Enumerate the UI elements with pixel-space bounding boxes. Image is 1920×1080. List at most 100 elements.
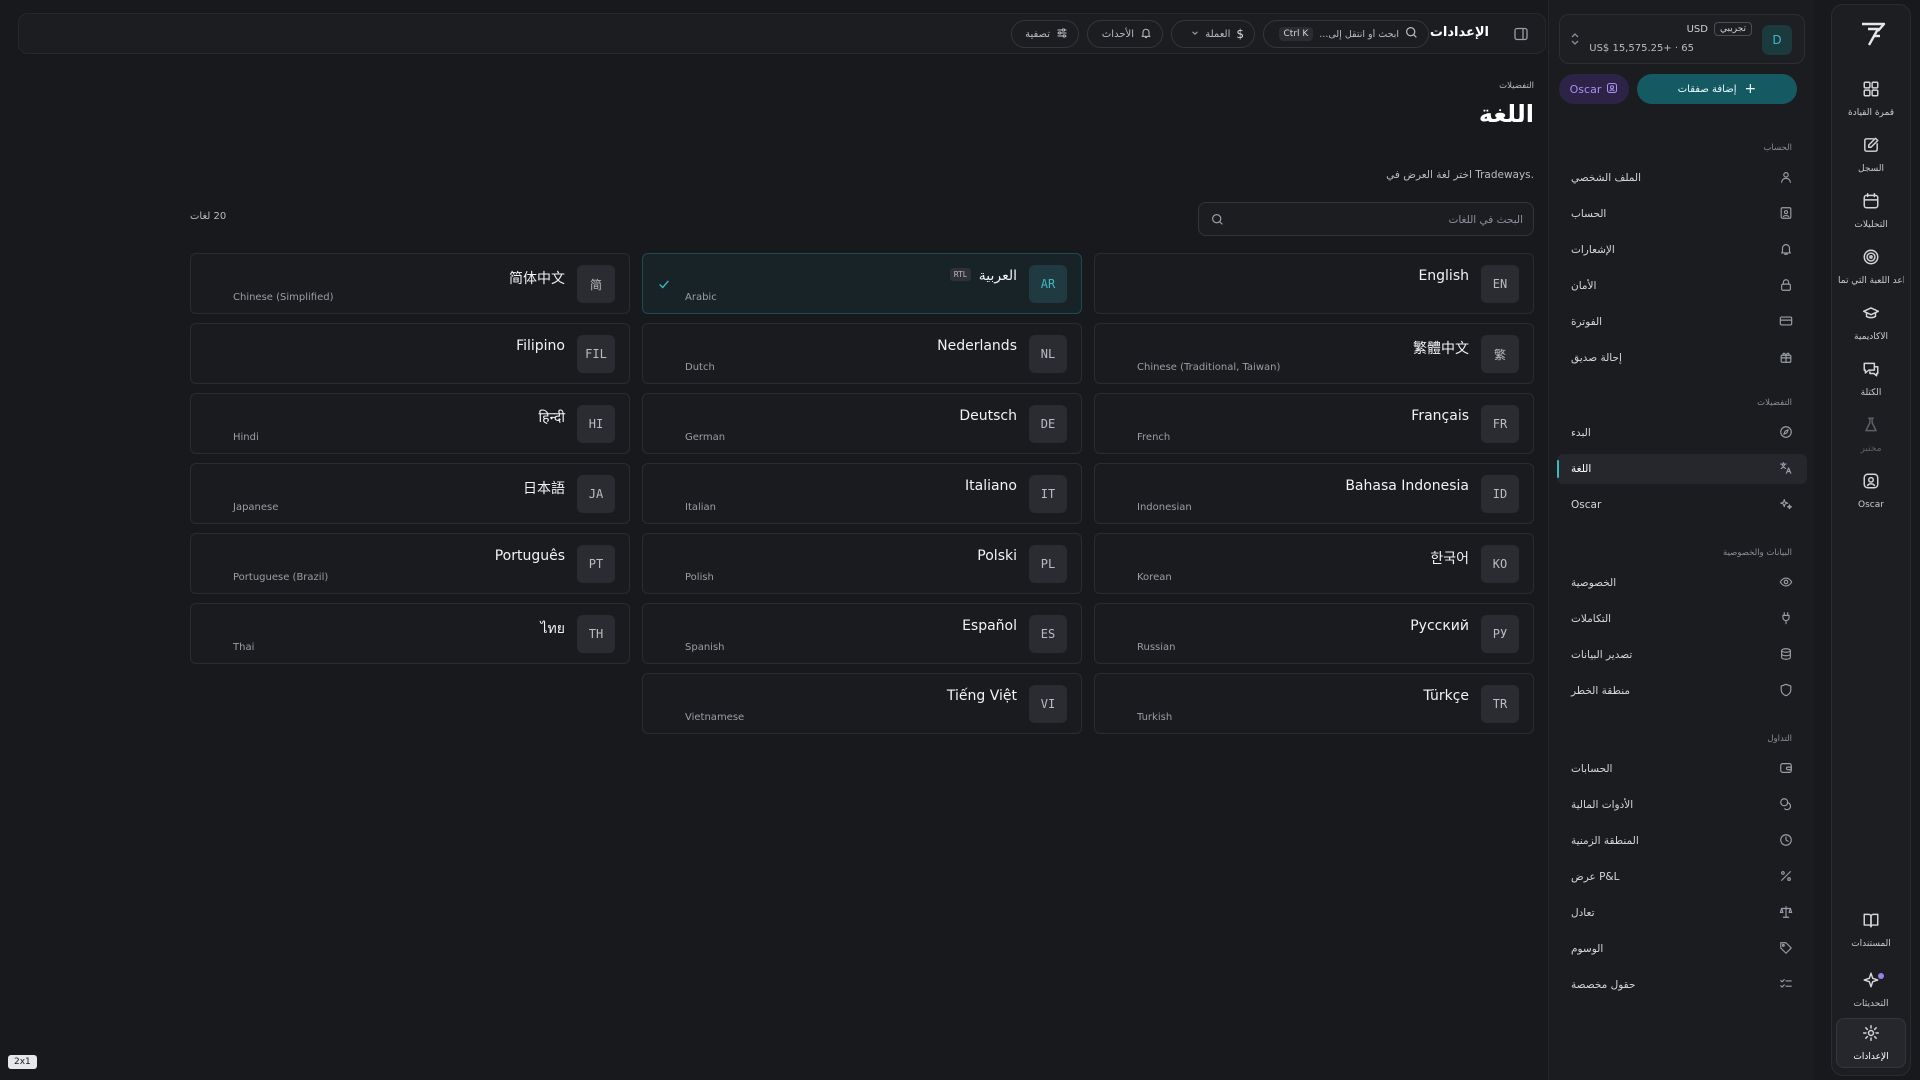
language-card-nl[interactable]: NL Nederlands Dutch bbox=[642, 323, 1082, 384]
rail-item-label: مختبر bbox=[1860, 444, 1882, 454]
sparkles-icon bbox=[1779, 496, 1793, 515]
rail-item-dashboard[interactable]: قمرة القيادة bbox=[1836, 73, 1906, 125]
page-description: اختر لغة العرض في Tradeways. bbox=[1386, 169, 1534, 181]
filter-button[interactable]: تصفية bbox=[1011, 20, 1079, 48]
gear-icon bbox=[1862, 1024, 1880, 1046]
language-card-简[interactable]: 简简体中文 Chinese (Simplified) bbox=[190, 253, 630, 314]
sidebar-item-credit-card[interactable]: الفوترة bbox=[1557, 307, 1807, 337]
language-native-name: 简体中文 bbox=[509, 271, 565, 287]
language-card-en[interactable]: EN English bbox=[1094, 253, 1534, 314]
sidebar-item-tag[interactable]: الوسوم bbox=[1557, 934, 1807, 964]
language-card-繁[interactable]: 繁繁體中文 Chinese (Traditional, Taiwan) bbox=[1094, 323, 1534, 384]
add-trades-button[interactable]: إضافة صفقات + bbox=[1637, 74, 1797, 104]
rail-item-academy[interactable]: الأكاديمية bbox=[1836, 297, 1906, 349]
language-count: 20 لغات bbox=[190, 211, 227, 222]
language-card-ру[interactable]: РУ Русский Russian bbox=[1094, 603, 1534, 664]
sidebar-section-title: الحساب bbox=[1763, 143, 1792, 153]
sidebar-item-lock[interactable]: الأمان bbox=[1557, 271, 1807, 301]
language-code-badge: PT bbox=[577, 545, 615, 583]
language-code-badge: TH bbox=[577, 615, 615, 653]
language-card-ja[interactable]: JA 日本語 Japanese bbox=[190, 463, 630, 524]
sidebar-item-shield[interactable]: منطقة الخطر bbox=[1557, 676, 1807, 706]
sidebar-item-id-card[interactable]: الحساب bbox=[1557, 199, 1807, 229]
sidebar-item-label: الأدوات المالية bbox=[1571, 799, 1634, 811]
sidebar-item-label: الحساب bbox=[1571, 208, 1607, 220]
oscar-icon bbox=[1862, 472, 1880, 494]
sidebar-item-coins[interactable]: الأدوات المالية bbox=[1557, 790, 1807, 820]
credit-card-icon bbox=[1779, 313, 1793, 332]
percent-icon bbox=[1779, 868, 1793, 887]
language-card-it[interactable]: IT Italiano Italian bbox=[642, 463, 1082, 524]
language-native-name: Polski bbox=[977, 548, 1017, 564]
language-native-name: العربية bbox=[978, 268, 1017, 284]
language-code-badge: РУ bbox=[1481, 615, 1519, 653]
rail-item-gear[interactable]: الإعدادات bbox=[1836, 1018, 1906, 1068]
global-search[interactable]: ابحث أو انتقل إلى... Ctrl K bbox=[1263, 20, 1429, 48]
currency-dropdown[interactable]: $ العملة bbox=[1171, 20, 1255, 48]
sidebar-item-bell[interactable]: الإشعارات bbox=[1557, 235, 1807, 265]
sidebar-item-database[interactable]: تصدير البيانات bbox=[1557, 640, 1807, 670]
rail-item-oscar[interactable]: Oscar bbox=[1836, 465, 1906, 517]
sidebar-item-list-check[interactable]: حقول مخصصة bbox=[1557, 970, 1807, 1000]
sidebar-item-wallet[interactable]: الحسابات bbox=[1557, 754, 1807, 784]
language-card-id[interactable]: ID Bahasa Indonesia Indonesian bbox=[1094, 463, 1534, 524]
sidebar-item-gift[interactable]: إحالة صديق bbox=[1557, 343, 1807, 373]
shield-icon bbox=[1779, 682, 1793, 701]
language-native-name: ไทย bbox=[540, 621, 565, 637]
language-card-ko[interactable]: KO 한국어 Korean bbox=[1094, 533, 1534, 594]
account-switcher[interactable]: D تجريبي USD US$ 15,575.25+ · 65 bbox=[1559, 14, 1805, 64]
rail-item-sparkle[interactable]: التحديثات bbox=[1836, 964, 1906, 1016]
rail-item-target[interactable]: قواعد اللعبة التي تما... bbox=[1836, 241, 1906, 293]
sidebar-item-compass[interactable]: البدء bbox=[1557, 418, 1807, 448]
sidebar-item-sparkles[interactable]: Oscar bbox=[1557, 490, 1807, 520]
sidebar-item-clock[interactable]: المنطقة الزمنية bbox=[1557, 826, 1807, 856]
language-card-pl[interactable]: PL Polski Polish bbox=[642, 533, 1082, 594]
rail-item-flask[interactable]: مختبر bbox=[1836, 409, 1906, 461]
account-balance: US$ 15,575.25+ · 65 bbox=[1589, 43, 1694, 54]
filter-label: تصفية bbox=[1025, 28, 1050, 40]
sidebar-item-percent[interactable]: عرض P&L bbox=[1557, 862, 1807, 892]
sidebar-item-scale[interactable]: تعادل bbox=[1557, 898, 1807, 928]
sidebar-section-title: التداول bbox=[1767, 734, 1792, 744]
language-card-hi[interactable]: HI हिन्दी Hindi bbox=[190, 393, 630, 454]
sidebar-item-label: الإشعارات bbox=[1571, 244, 1615, 256]
sidebar-toggle-icon[interactable] bbox=[1513, 26, 1529, 46]
language-code-badge: 繁 bbox=[1481, 335, 1519, 373]
language-english-name: Thai bbox=[233, 642, 255, 653]
language-card-tr[interactable]: TR Türkçe Turkish bbox=[1094, 673, 1534, 734]
events-button[interactable]: الأحداث bbox=[1087, 20, 1163, 48]
language-native-name: हिन्दी bbox=[538, 410, 565, 426]
demo-badge: تجريبي bbox=[1713, 22, 1752, 36]
rtl-badge: RTL bbox=[949, 268, 971, 281]
language-card-th[interactable]: TH ไทย Thai bbox=[190, 603, 630, 664]
rail-item-calendar[interactable]: التحليلات bbox=[1836, 185, 1906, 237]
breadcrumb[interactable]: التفضيلات bbox=[1499, 81, 1534, 91]
oscar-button[interactable]: Oscar bbox=[1559, 74, 1629, 104]
rail-item-book[interactable]: المستندات bbox=[1836, 904, 1906, 956]
language-card-fr[interactable]: FR Français French bbox=[1094, 393, 1534, 454]
language-english-name: Turkish bbox=[1137, 712, 1173, 723]
sidebar-item-plug[interactable]: التكاملات bbox=[1557, 604, 1807, 634]
language-card-ar[interactable]: AR العربية Arabic RTL bbox=[642, 253, 1082, 314]
language-english-name: Chinese (Simplified) bbox=[233, 292, 334, 303]
language-card-vi[interactable]: VI Tiếng Việt Vietnamese bbox=[642, 673, 1082, 734]
language-card-de[interactable]: DE Deutsch German bbox=[642, 393, 1082, 454]
rail-item-label: التحليلات bbox=[1854, 220, 1888, 230]
language-english-name: Italian bbox=[685, 502, 717, 513]
translate-icon bbox=[1779, 460, 1793, 479]
flask-icon bbox=[1862, 416, 1880, 438]
language-search-input[interactable] bbox=[1233, 209, 1523, 231]
tradeways-logo[interactable] bbox=[1858, 19, 1888, 49]
language-search[interactable] bbox=[1198, 202, 1534, 236]
language-card-fil[interactable]: FIL Filipino bbox=[190, 323, 630, 384]
language-card-es[interactable]: ES Español Spanish bbox=[642, 603, 1082, 664]
target-icon bbox=[1862, 248, 1880, 270]
sidebar-item-user[interactable]: الملف الشخصي bbox=[1557, 163, 1807, 193]
rail-item-journal[interactable]: السجل bbox=[1836, 129, 1906, 181]
language-card-pt[interactable]: PT Português Portuguese (Brazil) bbox=[190, 533, 630, 594]
sidebar-item-eye[interactable]: الخصوصية bbox=[1557, 568, 1807, 598]
sidebar-item-translate[interactable]: اللغة bbox=[1557, 454, 1807, 484]
settings-sidebar: D تجريبي USD US$ 15,575.25+ · 65 إضافة ص… bbox=[1548, 0, 1814, 1080]
rail-item-chat[interactable]: الكتلة bbox=[1836, 353, 1906, 405]
language-native-name: Deutsch bbox=[959, 408, 1017, 424]
